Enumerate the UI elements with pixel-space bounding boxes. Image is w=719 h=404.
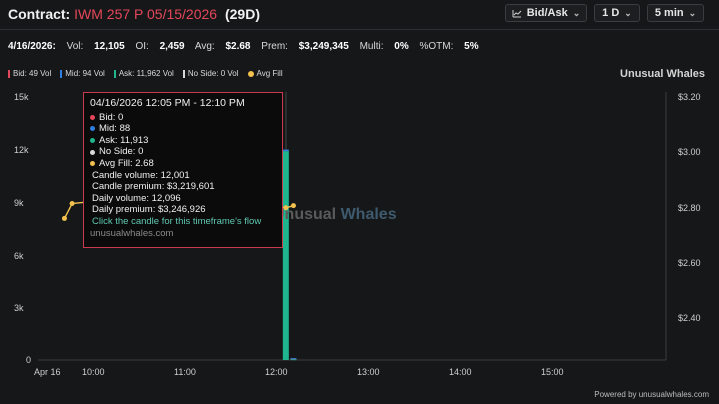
- y-left-tick: 15k: [14, 92, 29, 102]
- y-right-tick: $2.40: [678, 313, 701, 323]
- y-left-tick: 12k: [14, 145, 29, 155]
- y-left-tick: 3k: [14, 303, 24, 313]
- tooltip-noside: No Side: 0: [99, 146, 144, 158]
- y-right-tick: $2.60: [678, 258, 701, 268]
- tooltip-ask: Ask: 11,913: [99, 134, 149, 146]
- y-right-tick: $2.80: [678, 203, 701, 213]
- tooltip-candle-premium: Candle premium: $3,219,601: [92, 181, 215, 193]
- avg-fill-point[interactable]: [69, 201, 75, 207]
- y-left-tick: 9k: [14, 198, 24, 208]
- x-tick: 14:00: [449, 367, 472, 377]
- ask-dot-icon: [90, 138, 95, 144]
- tooltip-mid: Mid: 88: [99, 123, 131, 135]
- tooltip-daily-volume: Daily volume: 12,096: [92, 192, 181, 204]
- volume-bar-mid[interactable]: [282, 149, 289, 152]
- avg-fill-dot-icon: [90, 161, 95, 167]
- tooltip-flow-link[interactable]: Click the candle for this timeframe's fl…: [90, 216, 276, 228]
- volume-bar-ask[interactable]: [290, 359, 297, 361]
- volume-bar-mid[interactable]: [290, 358, 297, 360]
- x-tick: 15:00: [541, 367, 564, 377]
- bid-dot-icon: [90, 114, 95, 120]
- avg-fill-line-segment: [63, 203, 73, 219]
- candle-tooltip: 04/16/2026 12:05 PM - 12:10 PM Bid: 0 Mi…: [83, 92, 283, 248]
- x-tick: 10:00: [82, 367, 105, 377]
- y-right-tick: $3.00: [678, 147, 701, 157]
- x-tick: Apr 16: [34, 367, 61, 377]
- watermark-text: Whales: [340, 206, 397, 223]
- tooltip-daily-premium: Daily premium: $3,246,926: [92, 204, 206, 216]
- avg-fill-point[interactable]: [61, 215, 67, 221]
- volume-bar-ask[interactable]: [282, 151, 289, 360]
- x-tick: 11:00: [174, 367, 196, 377]
- noside-dot-icon: [90, 149, 95, 155]
- tooltip-candle-volume: Candle volume: 12,001: [92, 169, 190, 181]
- powered-by-footer[interactable]: Powered by unusualwhales.com: [594, 390, 709, 399]
- y-left-tick: 0: [26, 355, 32, 365]
- y-left-tick: 6k: [14, 251, 24, 261]
- x-tick: 13:00: [357, 367, 380, 377]
- x-tick: 12:00: [265, 367, 288, 377]
- mid-dot-icon: [90, 126, 95, 132]
- tooltip-avg-fill: Avg Fill: 2.68: [99, 157, 154, 169]
- tooltip-time: 04/16/2026 12:05 PM - 12:10 PM: [90, 97, 245, 109]
- y-right-tick: $3.20: [678, 92, 701, 102]
- watermark: Unusual Whales: [273, 206, 397, 224]
- tooltip-site: unusualwhales.com: [90, 227, 174, 239]
- tooltip-bid: Bid: 0: [99, 111, 124, 123]
